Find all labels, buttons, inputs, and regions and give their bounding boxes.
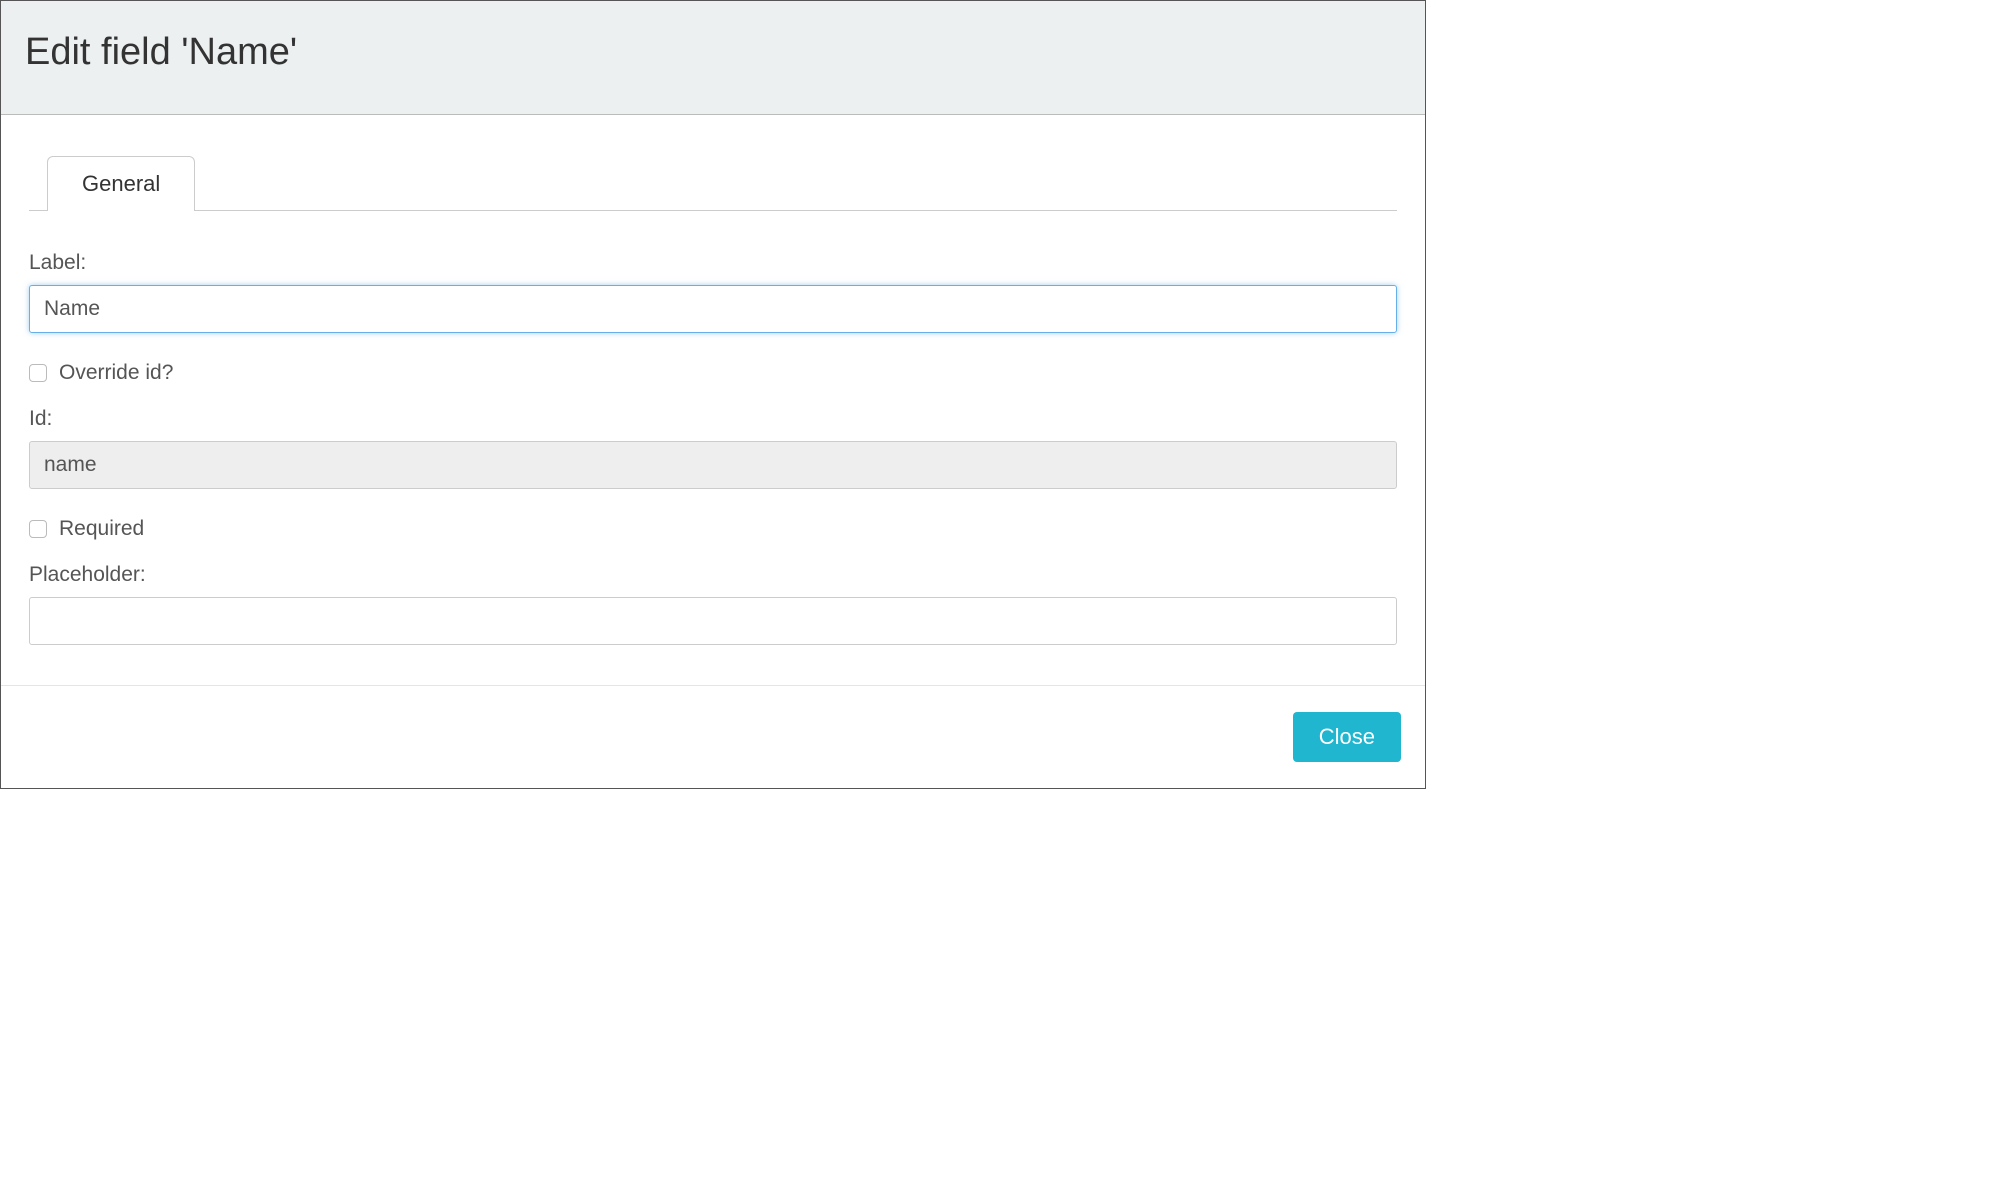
label-label: Label:: [29, 251, 1397, 275]
tab-general[interactable]: General: [47, 156, 195, 211]
modal-header: Edit field 'Name': [1, 1, 1425, 115]
close-button[interactable]: Close: [1293, 712, 1401, 762]
modal-title: Edit field 'Name': [25, 31, 1401, 74]
required-checkbox[interactable]: [29, 520, 47, 538]
required-row: Required: [29, 517, 1397, 541]
form-group-placeholder: Placeholder:: [29, 563, 1397, 645]
required-label[interactable]: Required: [59, 517, 144, 541]
modal-body: General Label: Override id? Id: Required…: [1, 115, 1425, 685]
override-id-checkbox[interactable]: [29, 364, 47, 382]
id-label: Id:: [29, 407, 1397, 431]
modal-footer: Close: [1, 685, 1425, 788]
id-input: [29, 441, 1397, 489]
override-id-label[interactable]: Override id?: [59, 361, 173, 385]
tabs: General: [29, 155, 1397, 211]
placeholder-input[interactable]: [29, 597, 1397, 645]
edit-field-modal: Edit field 'Name' General Label: Overrid…: [0, 0, 1426, 789]
override-id-row: Override id?: [29, 361, 1397, 385]
label-input[interactable]: [29, 285, 1397, 333]
placeholder-label: Placeholder:: [29, 563, 1397, 587]
form-group-id: Id:: [29, 407, 1397, 489]
form-group-label: Label:: [29, 251, 1397, 333]
